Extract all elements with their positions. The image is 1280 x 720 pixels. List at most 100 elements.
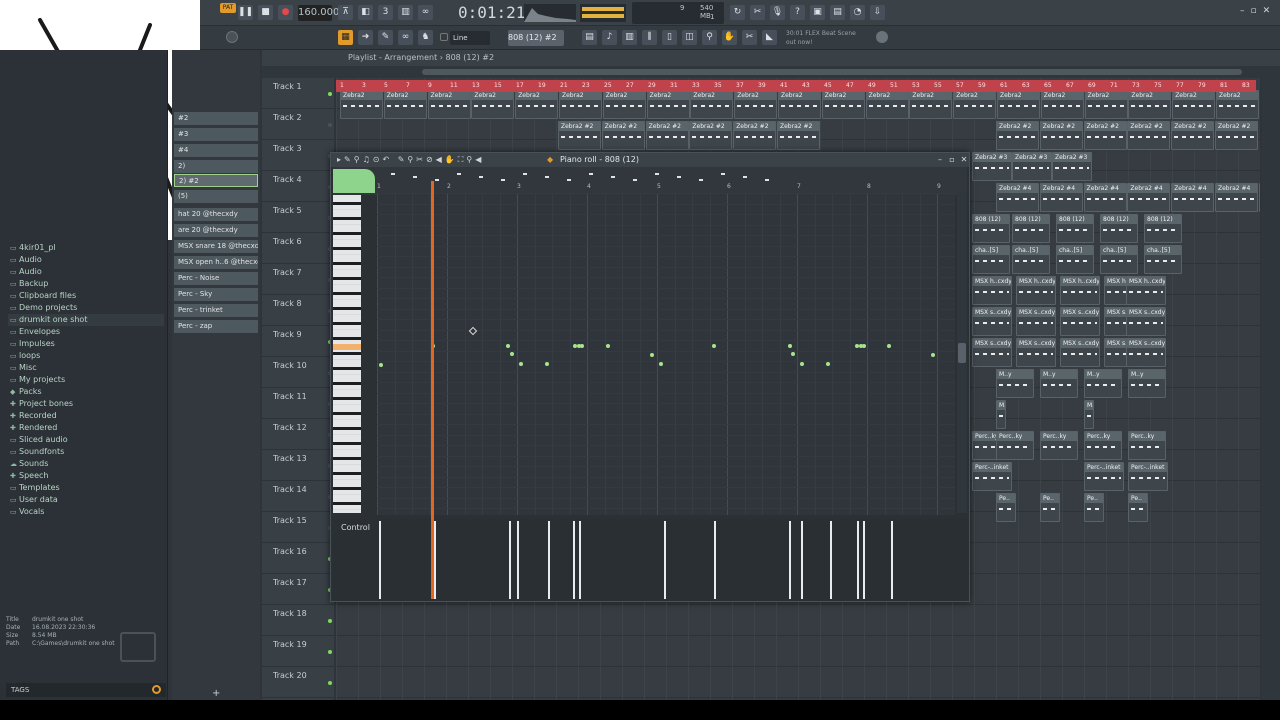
news-panel[interactable]: 30:01 FLEX Beat Scene out now! — [786, 29, 866, 47]
note[interactable] — [788, 344, 792, 348]
playlist-clip[interactable]: Perc..ky — [996, 431, 1034, 460]
playlist-clip[interactable]: Zebra2 #2 — [601, 121, 645, 150]
export-icon[interactable]: ▤ — [830, 5, 845, 20]
undo-history-icon[interactable]: ↻ — [730, 5, 745, 20]
track-header[interactable]: Track 19 — [262, 636, 334, 667]
add-channel-button[interactable]: + — [212, 688, 220, 699]
track-mute-led[interactable] — [328, 123, 332, 127]
playlist-clip[interactable]: Zebra2 #4 — [1258, 183, 1260, 212]
tags-bar[interactable]: TAGS — [6, 683, 166, 697]
faders-icon[interactable]: ⫼ — [642, 30, 657, 45]
playlist-clip[interactable]: Zebra2 #2 — [1171, 121, 1215, 150]
velocity-bar[interactable] — [830, 521, 832, 599]
track-header[interactable]: Track 1 — [262, 78, 334, 109]
playlist-clip[interactable]: 808 (12) — [1100, 214, 1138, 243]
browser-item[interactable]: ▭ Impulses — [10, 338, 55, 350]
browser-item[interactable]: ▭ Clipboard files — [10, 290, 76, 302]
browser-item[interactable]: ✚ Rendered — [10, 422, 57, 434]
playlist-icon[interactable]: ▦ — [338, 30, 353, 45]
download-icon[interactable]: ⇩ — [870, 5, 885, 20]
playlist-clip[interactable]: MSX s..cxdy — [1060, 338, 1100, 367]
playlist-clip[interactable]: 808 (12) — [1056, 214, 1094, 243]
browser-item[interactable]: ☁ Sounds — [10, 458, 48, 470]
playlist-clip[interactable]: M..y — [1084, 369, 1122, 398]
note[interactable] — [791, 352, 795, 356]
velocity-bar[interactable] — [548, 521, 550, 599]
browser-item[interactable]: ✚ Recorded — [10, 410, 57, 422]
playlist-clip[interactable]: Zebra2 — [427, 90, 471, 119]
chat-icon[interactable]: ◔ — [850, 5, 865, 20]
playlist-clip[interactable]: Zebra2 #4 — [1171, 183, 1215, 212]
track-header[interactable]: Track 14 — [262, 481, 334, 512]
playlist-clip[interactable]: Pe.. — [1040, 493, 1060, 522]
playlist-clip[interactable]: MSX h..cxdy — [1126, 276, 1166, 305]
minimize-icon[interactable]: – — [935, 155, 945, 165]
velocity-bar[interactable] — [801, 521, 803, 599]
playlist-clip[interactable]: cha..[5] — [1012, 245, 1050, 274]
channel-rack-icon[interactable]: ▤ — [582, 30, 597, 45]
playlist-clip[interactable]: Zebra2 — [1128, 90, 1172, 119]
wrench-icon[interactable]: ✂ — [742, 30, 757, 45]
playlist-ruler[interactable]: 1 3 5 7 9 11 13 15 17 19 21 23 25 27 29 31 33 35 37 39 41 43 4… — [336, 80, 1256, 92]
playlist-clip[interactable]: Pe.. — [1084, 493, 1104, 522]
browser-item[interactable]: ▭ User data — [10, 494, 58, 506]
playlist-clip[interactable]: Zebra2 — [1216, 90, 1259, 119]
link-icon[interactable]: ∞ — [398, 30, 413, 45]
velocity-bar[interactable] — [863, 521, 865, 599]
playlist-breadcrumb[interactable]: Playlist - Arrangement › 808 (12) #2 — [348, 50, 494, 66]
master-pitch-knob[interactable] — [226, 31, 238, 43]
velocity-bar[interactable] — [517, 521, 519, 599]
track-header[interactable]: Track 10 — [262, 357, 334, 388]
playlist-clip[interactable]: Perc..ky — [1084, 431, 1122, 460]
channel-item[interactable]: #2 — [174, 112, 258, 125]
playlist-vertical-scrollbar[interactable] — [1262, 78, 1280, 700]
maximize-icon[interactable]: ▫ — [947, 155, 957, 165]
velocity-bar[interactable] — [664, 521, 666, 599]
playlist-clip[interactable]: cha..[5] — [1056, 245, 1094, 274]
playlist-clip[interactable]: Zebra2 #4 — [996, 183, 1039, 212]
browser-item[interactable]: ✚ Speech — [10, 470, 48, 482]
playlist-clip[interactable]: MSX h..cxdy — [1060, 276, 1100, 305]
track-header[interactable]: Track 2 — [262, 109, 334, 140]
piano-roll-tools[interactable]: ▸✎⚲♫⊙↶ ✎⚲✂⊘◀✋⛶⚲◀ — [337, 153, 484, 167]
channel-item[interactable]: Perc - zap — [174, 320, 258, 333]
track-header[interactable]: Track 9 — [262, 326, 334, 357]
note[interactable] — [606, 344, 610, 348]
track-mute-led[interactable] — [328, 681, 332, 685]
help-icon[interactable]: ? — [790, 5, 805, 20]
channel-item[interactable]: Perc - Sky — [174, 288, 258, 301]
browser-item[interactable]: ▭ My projects — [10, 374, 65, 386]
track-header[interactable]: Track 7 — [262, 264, 334, 295]
playlist-clip[interactable]: Zebra2 — [602, 90, 646, 119]
browser-item[interactable]: ✚ Project bones — [10, 398, 73, 410]
note[interactable] — [506, 344, 510, 348]
note[interactable] — [800, 362, 804, 366]
mixer-window-icon[interactable]: ▥ — [622, 30, 637, 45]
track-mute-led[interactable] — [328, 619, 332, 623]
playlist-clip[interactable]: M..y — [1040, 369, 1078, 398]
note[interactable] — [659, 362, 663, 366]
velocity-bar[interactable] — [579, 521, 581, 599]
playlist-clip[interactable]: MSX h..cxdy — [972, 276, 1012, 305]
browser-item[interactable]: ▭ drumkit one shot — [8, 314, 164, 326]
piano-roll-icon[interactable]: ♪ — [602, 30, 617, 45]
channel-item[interactable]: MSX snare 18 @thecxdy — [174, 240, 258, 253]
track-header[interactable]: Track 8 — [262, 295, 334, 326]
playlist-clip[interactable]: Pe.. — [996, 493, 1016, 522]
note[interactable] — [580, 344, 584, 348]
track-header[interactable]: Track 4 — [262, 171, 334, 202]
tempo-display[interactable]: 160.000 — [298, 5, 339, 21]
playlist-scrollbar[interactable] — [262, 66, 1280, 78]
playlist-clip[interactable]: Zebra2 — [471, 90, 515, 119]
playlist-clip[interactable]: Perc..ky — [1040, 431, 1078, 460]
plugin-icon[interactable]: ◫ — [682, 30, 697, 45]
playlist-clip[interactable]: MSX h..cxdy — [1016, 276, 1056, 305]
playlist-clip[interactable]: Zebra2 #2 — [996, 121, 1039, 150]
channel-item[interactable]: Perc - Noise — [174, 272, 258, 285]
playlist-clip[interactable]: Zebra2 — [1084, 90, 1128, 119]
window-controls[interactable]: –▫✕ — [1240, 6, 1276, 16]
pause-button[interactable]: ❚❚ — [238, 5, 253, 20]
playlist-clip[interactable]: Zebra2 #2 — [645, 121, 689, 150]
channel-item[interactable]: are 20 @thecxdy — [174, 224, 258, 237]
note[interactable] — [931, 353, 935, 357]
